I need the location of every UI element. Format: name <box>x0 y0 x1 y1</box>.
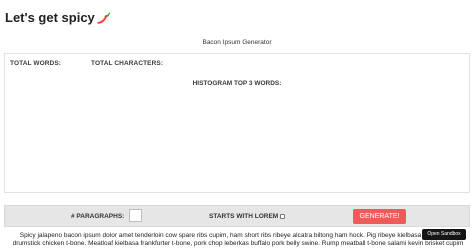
starts-with-lorem-checkbox[interactable] <box>280 214 285 219</box>
chili-pepper-icon <box>96 12 111 29</box>
open-sandbox-button[interactable]: Open Sandbox <box>422 229 466 240</box>
page-title: Let's get spicy <box>5 10 111 29</box>
total-words-label: TOTAL WORDS: <box>10 60 62 67</box>
histogram-label: HISTOGRAM TOP 3 WORDS: <box>192 80 282 87</box>
generate-button[interactable]: GENERATE! <box>353 209 406 224</box>
starts-with-lorem-label: STARTS WITH LOREM <box>209 213 279 220</box>
generated-text: Spicy jalapeno bacon ipsum dolor amet te… <box>12 232 464 247</box>
paragraphs-input[interactable] <box>129 209 142 222</box>
stats-panel: TOTAL WORDS: TOTAL CHARACTERS: HISTOGRAM… <box>4 53 470 193</box>
paragraphs-label: # PARAGRAPHS: <box>71 213 125 220</box>
total-characters-label: TOTAL CHARACTERS: <box>91 60 164 67</box>
controls-bar: # PARAGRAPHS: STARTS WITH LOREM GENERATE… <box>4 205 470 227</box>
app-subtitle: Bacon Ipsum Generator <box>202 39 272 46</box>
page-title-text: Let's get spicy <box>5 10 95 25</box>
